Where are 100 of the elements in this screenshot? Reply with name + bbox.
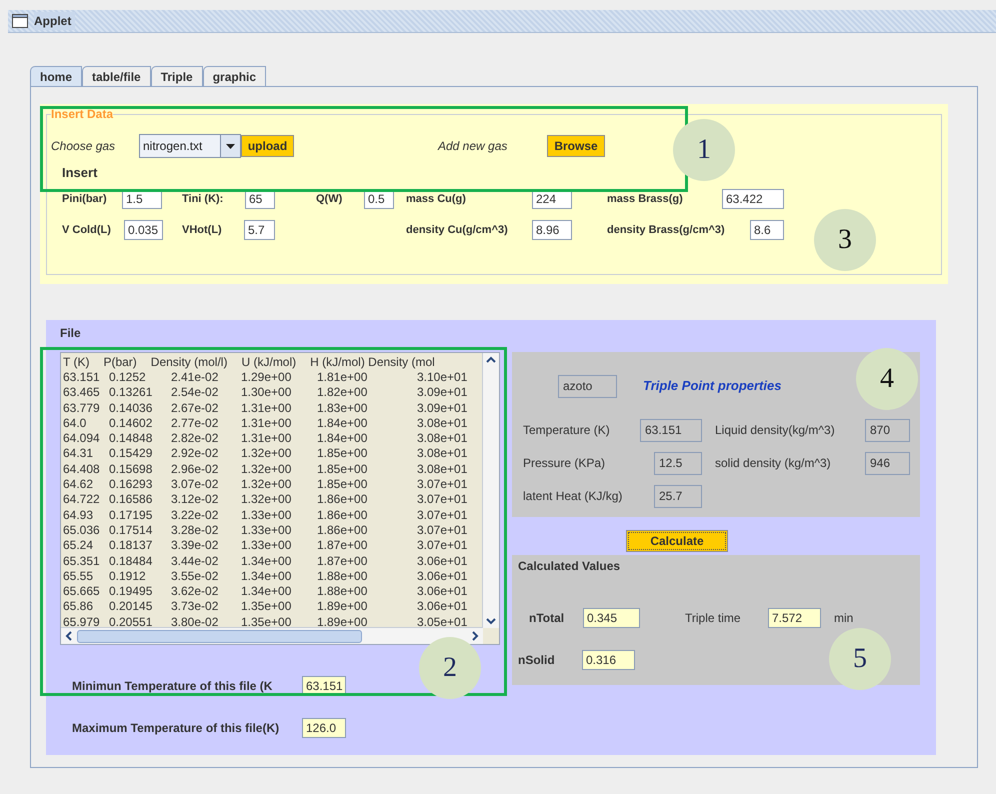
table-cell-text: 1.34e+00 <box>241 584 292 600</box>
table-cell-text: 65.24 <box>63 538 94 554</box>
table-cell-text: 2.96e-02 <box>171 462 220 478</box>
table-cell-text: 0.14036 <box>109 400 154 416</box>
field-label: VHot(L) <box>182 222 223 238</box>
table-cell-text: 3.08e+01 <box>417 462 468 478</box>
ntotal-field[interactable]: 0.345 <box>583 608 640 628</box>
table-cell-text: 65.351 <box>63 554 101 569</box>
tab[interactable]: Triple <box>150 66 203 86</box>
table-cell-text: 3.55e-02 <box>171 568 220 584</box>
table-cell-text: 0.19495 <box>109 584 154 600</box>
window-icon <box>12 14 28 28</box>
table-cell-text: 0.15429 <box>109 446 154 462</box>
input-field[interactable]: 0.035 <box>124 220 163 240</box>
table-cell-text: 1.31e+00 <box>241 400 292 416</box>
choose-gas-label: Choose gas <box>51 138 116 155</box>
table-cell-text: 2.54e-02 <box>171 385 220 401</box>
horizontal-scrollbar[interactable] <box>61 627 483 644</box>
table-cell-text: 64.094 <box>63 431 101 446</box>
table-cell-text: 65.86 <box>63 599 94 615</box>
table-cell-text: 0.16293 <box>109 477 154 492</box>
table-cell-text: 3.07e+01 <box>417 522 468 538</box>
table-cell-text: 3.44e-02 <box>171 554 220 569</box>
table-cell-text: 1.33e+00 <box>241 538 292 554</box>
input-field[interactable]: 63.422 <box>722 189 784 209</box>
property-field: 946 <box>865 452 910 474</box>
table-cell-text: 3.05e+01 <box>417 614 468 628</box>
window-title: Applet <box>34 12 76 30</box>
table-cell-text: 3.10e+01 <box>417 370 468 386</box>
property-field: 63.151 <box>640 418 702 442</box>
table-cell-text: 65.036 <box>63 522 101 538</box>
table-cell-text: 3.08e+01 <box>417 416 468 432</box>
gas-dropdown[interactable]: nitrogen.txt <box>139 134 241 158</box>
table-cell-text: 2.92e-02 <box>171 446 220 462</box>
table-cell-text: 1.31e+00 <box>241 416 292 432</box>
table-cell-text: 63.779 <box>63 400 101 416</box>
table-cell-text: 64.0 <box>63 416 88 432</box>
tab[interactable]: home <box>30 66 82 86</box>
table-cell-text: 3.07e+01 <box>417 492 468 508</box>
table-cell-text: 1.87e+00 <box>317 554 368 569</box>
table-cell-text: 1.31e+00 <box>241 431 292 446</box>
table-cell-text: 64.722 <box>63 492 101 508</box>
table-cell-text: 2.67e-02 <box>171 400 220 416</box>
table-cell-text: 2.82e-02 <box>171 431 220 446</box>
nsolid-field[interactable]: 0.316 <box>582 650 635 670</box>
table-cell-text: 1.89e+00 <box>317 614 368 628</box>
max-temperature-field[interactable]: 126.0 <box>302 718 346 738</box>
table-cell-text: 0.14848 <box>109 431 154 446</box>
field-label: mass Cu(g) <box>406 192 467 207</box>
calculate-button[interactable]: Calculate <box>626 530 728 552</box>
table-cell-text: 3.62e-02 <box>171 584 220 600</box>
table-cell-text: 65.665 <box>63 584 101 600</box>
scroll-thumb[interactable] <box>77 630 362 642</box>
table-cell-text: 1.89e+00 <box>317 599 368 615</box>
property-label: Temperature (K) <box>523 422 611 439</box>
table-cell-text: 1.86e+00 <box>317 508 368 523</box>
field-label: Tini (K): <box>182 192 224 207</box>
property-field: 25.7 <box>654 484 702 508</box>
table-cell-text: 3.39e-02 <box>171 538 220 554</box>
field-label: mass Brass(g) <box>607 192 684 207</box>
table-cell-text: 1.86e+00 <box>317 492 368 508</box>
input-field[interactable]: 5.7 <box>244 220 275 240</box>
table-cell-text: 64.62 <box>63 477 94 492</box>
table-cell-text: 2.77e-02 <box>171 416 220 432</box>
table-cell-text: 0.16586 <box>109 492 154 508</box>
table-cell-text: 3.08e+01 <box>417 446 468 462</box>
table-cell-text: 3.28e-02 <box>171 522 220 538</box>
table-cell-text: 1.88e+00 <box>317 568 368 584</box>
property-label: Pressure (KPa) <box>523 455 606 472</box>
input-field[interactable]: 8.6 <box>750 220 784 240</box>
data-text-area[interactable] <box>60 352 500 645</box>
field-label: density Brass(g/cm^3) <box>607 222 726 238</box>
triple-time-field[interactable]: 7.572 <box>768 608 821 628</box>
table-cell-text: 1.87e+00 <box>317 538 368 554</box>
table-cell-text: 1.85e+00 <box>317 477 368 492</box>
caret-icon <box>226 144 235 148</box>
tab[interactable]: table/file <box>82 66 151 86</box>
table-cell-text: 0.13261 <box>109 385 154 401</box>
table-cell-text: 0.14602 <box>109 416 154 432</box>
table-cell-text: 63.151 <box>63 370 101 386</box>
table-cell-text: 1.35e+00 <box>241 614 292 628</box>
field-label: Q(W) <box>316 192 344 207</box>
vertical-scrollbar[interactable] <box>482 353 499 628</box>
table-cell-text: 1.81e+00 <box>317 370 368 386</box>
table-cell-text: 3.09e+01 <box>417 385 468 401</box>
table-cell-text: 0.20551 <box>109 614 154 628</box>
table-cell-text: 3.12e-02 <box>171 492 220 508</box>
input-field[interactable]: 8.96 <box>532 220 572 240</box>
tab[interactable]: graphic <box>202 66 266 86</box>
table-cell-text: 2.41e-02 <box>171 370 220 386</box>
field-label: Pini(bar) <box>62 192 108 207</box>
property-label: solid density (kg/m^3) <box>715 455 832 472</box>
table-cell-text: 1.85e+00 <box>317 462 368 478</box>
action-button[interactable]: Browse <box>547 135 605 157</box>
action-button[interactable]: upload <box>241 135 294 157</box>
table-cell-text: 1.32e+00 <box>241 446 292 462</box>
table-cell-text: 1.88e+00 <box>317 584 368 600</box>
property-field: 12.5 <box>654 452 702 474</box>
table-cell-text: 3.06e+01 <box>417 599 468 615</box>
table-cell-text: 0.15698 <box>109 462 154 478</box>
